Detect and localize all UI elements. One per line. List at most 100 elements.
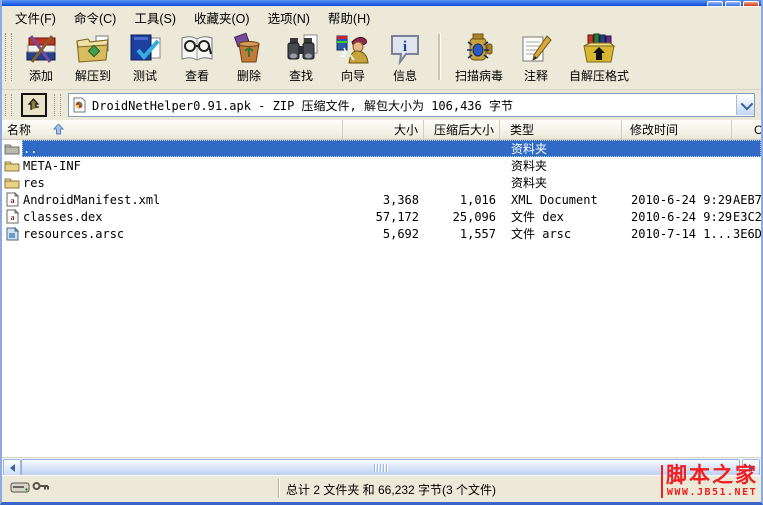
folder-icon	[2, 176, 22, 189]
cell-type: 资料夹	[511, 159, 548, 173]
toolbar-button-label: 查看	[184, 69, 209, 83]
toolbar-button-label: 测试	[132, 69, 157, 83]
column-header-size[interactable]: 大小	[343, 120, 424, 140]
cell-modified: 2010-6-24 9:29	[631, 209, 733, 224]
column-header-type[interactable]: 类型	[500, 120, 622, 140]
cell-packed: 1,557	[459, 226, 496, 241]
arsc-file-icon	[2, 226, 22, 241]
archive-path-combobox[interactable]: DroidNetHelper0.91.apk - ZIP 压缩文件, 解包大小为…	[68, 93, 755, 117]
maximize-button[interactable]	[725, 1, 741, 7]
scroll-left-button[interactable]	[3, 459, 21, 476]
virus-scan-icon	[467, 33, 493, 61]
comment-button[interactable]: 注释	[511, 30, 561, 86]
table-row-up-dir[interactable]: .. 资料夹	[2, 140, 761, 157]
combo-grip[interactable]	[54, 94, 61, 116]
toolbar-button-label: 查找	[288, 69, 313, 83]
watermark-url: WWW.JB51.NET	[666, 487, 758, 498]
table-row-classes-dex[interactable]: a classes.dex 57,172 25,096 文件 dex 2010-…	[2, 208, 761, 225]
wizard-button[interactable]: 向导	[328, 30, 378, 86]
archive-path-text: DroidNetHelper0.91.apk - ZIP 压缩文件, 解包大小为…	[92, 98, 513, 113]
menu-help[interactable]: 帮助(H)	[319, 6, 379, 29]
zip-archive-icon	[73, 97, 86, 113]
add-button[interactable]: 添加	[16, 30, 66, 86]
sfx-icon	[583, 33, 616, 63]
toolbar-button-label: 扫描病毒	[455, 69, 504, 83]
menu-tools[interactable]: 工具(S)	[125, 6, 185, 29]
horizontal-scrollbar[interactable]	[2, 457, 761, 476]
comment-icon	[522, 35, 552, 62]
drive-icon[interactable]	[10, 480, 30, 494]
menu-file[interactable]: 文件(F)	[6, 6, 65, 29]
toolbar-button-label: 自解压格式	[569, 69, 630, 83]
menu-bar: 文件(F) 命令(C) 工具(S) 收藏夹(O) 选项(N) 帮助(H)	[2, 6, 761, 28]
test-archive-icon	[130, 34, 161, 61]
svg-text:i: i	[403, 39, 407, 55]
info-button[interactable]: i 信息	[380, 30, 430, 86]
virus-scan-button[interactable]: 扫描病毒	[449, 30, 509, 86]
toolbar-button-label: 注释	[524, 69, 549, 83]
extract-to-button[interactable]: 解压到	[68, 30, 118, 86]
cell-size: 57,172	[375, 209, 419, 224]
toolbar-button-label: 删除	[236, 69, 261, 83]
column-header-crc[interactable]: C	[732, 120, 761, 140]
menu-commands[interactable]: 命令(C)	[65, 6, 125, 29]
column-header-modified[interactable]: 修改时间	[622, 120, 732, 140]
title-bar	[2, 0, 761, 7]
cell-name: resources.arsc	[23, 226, 125, 241]
cell-crc: AEB7	[733, 192, 761, 207]
wizard-icon	[336, 35, 369, 64]
cell-type: 资料夹	[511, 176, 548, 190]
cell-modified: 2010-6-24 9:29	[631, 192, 733, 207]
menu-favorites[interactable]: 收藏夹(O)	[185, 6, 259, 29]
cell-crc: E3C2	[733, 209, 761, 224]
address-grip[interactable]	[5, 94, 12, 116]
watermark-title: 脚本之家	[666, 464, 758, 487]
column-header-name[interactable]: 名称	[2, 120, 343, 140]
column-header-row: 名称 大小 压缩后大小 类型 修改时间 C	[2, 120, 761, 140]
minimize-button[interactable]	[707, 1, 723, 7]
statusbar-divider	[278, 479, 280, 497]
toolbar-grip[interactable]	[5, 33, 12, 81]
toolbar: 添加 解压到 测试 查看 删除 查找 向导 i 信息 扫描病毒 注释 自解压格式	[2, 28, 761, 90]
cell-name: ..	[23, 141, 38, 156]
scrollbar-thumb[interactable]	[21, 459, 740, 476]
delete-icon	[234, 32, 260, 63]
thumb-grip-icon	[373, 463, 388, 472]
toolbar-button-label: 信息	[392, 69, 417, 83]
cell-modified: 2010-7-14 1...	[631, 226, 733, 241]
column-label: 修改时间	[630, 123, 679, 137]
winrar-window: 文件(F) 命令(C) 工具(S) 收藏夹(O) 选项(N) 帮助(H) 添加	[0, 0, 763, 505]
dex-file-icon: a	[2, 209, 22, 224]
folder-icon	[2, 159, 22, 172]
table-row-androidmanifest[interactable]: a AndroidManifest.xml 3,368 1,016 XML Do…	[2, 191, 761, 208]
table-row-resources-arsc[interactable]: resources.arsc 5,692 1,557 文件 arsc 2010-…	[2, 225, 761, 242]
cell-packed: 1,016	[459, 192, 496, 207]
combobox-dropdown-button[interactable]	[736, 95, 754, 115]
key-icon[interactable]	[32, 480, 50, 492]
extract-to-icon	[76, 35, 109, 63]
column-header-packed[interactable]: 压缩后大小	[424, 120, 500, 140]
table-row-res[interactable]: res 资料夹	[2, 174, 761, 191]
up-one-level-button[interactable]	[19, 92, 49, 118]
cell-type: 资料夹	[511, 142, 548, 156]
menu-options[interactable]: 选项(N)	[259, 6, 319, 29]
totals-text: 总计 2 文件夹 和 66,232 字节(3 个文件)	[286, 483, 497, 497]
close-button[interactable]	[743, 1, 759, 7]
view-file-icon	[181, 36, 213, 61]
sort-ascending-icon	[53, 124, 65, 135]
cell-type: 文件 arsc	[511, 227, 572, 241]
address-row: DroidNetHelper0.91.apk - ZIP 压缩文件, 解包大小为…	[2, 90, 761, 120]
view-button[interactable]: 查看	[172, 30, 222, 86]
find-button[interactable]: 查找	[276, 30, 326, 86]
status-bar: 总计 2 文件夹 和 66,232 字节(3 个文件)	[2, 475, 761, 502]
cell-crc: 3E6D	[733, 226, 761, 241]
arrow-left-icon	[9, 463, 15, 472]
sfx-button[interactable]: 自解压格式	[563, 30, 635, 86]
delete-button[interactable]: 删除	[224, 30, 274, 86]
column-label: C	[754, 123, 761, 137]
site-watermark: 脚本之家 WWW.JB51.NET	[661, 465, 758, 498]
cell-size: 5,692	[382, 226, 419, 241]
cell-name: AndroidManifest.xml	[23, 192, 161, 207]
table-row-meta-inf[interactable]: META-INF 资料夹	[2, 157, 761, 174]
test-button[interactable]: 测试	[120, 30, 170, 86]
